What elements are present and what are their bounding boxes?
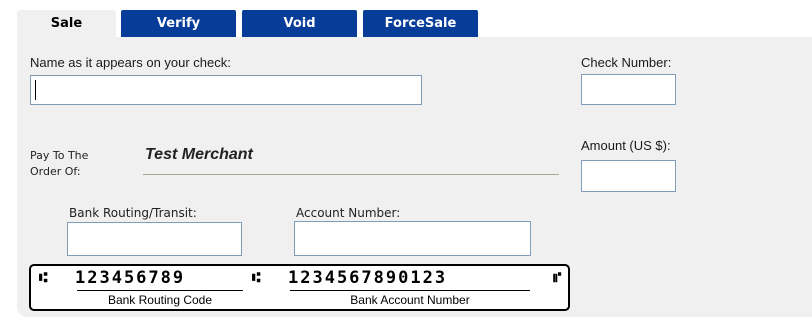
name-label: Name as it appears on your check:	[30, 55, 231, 70]
routing-caption: Bank Routing Code	[107, 293, 213, 307]
routing-digits: 123456789	[75, 268, 186, 288]
account-label: Account Number:	[296, 206, 401, 220]
amount-input[interactable]	[581, 160, 676, 192]
account-underline	[290, 290, 530, 291]
tab-void[interactable]: Void	[242, 10, 357, 37]
routing-label: Bank Routing/Transit:	[69, 206, 197, 220]
micr-line-sample: ⑆ 123456789 ⑆ 1234567890123 ⑈ Bank Routi…	[29, 264, 570, 311]
pay-to-label: Pay To The Order Of:	[30, 149, 89, 178]
tab-sale[interactable]: Sale	[17, 10, 116, 37]
payee-name: Test Merchant	[145, 146, 253, 163]
tab-verify[interactable]: Verify	[121, 10, 236, 37]
check-number-input[interactable]	[581, 74, 676, 105]
tab-forcesale[interactable]: ForceSale	[363, 10, 478, 37]
account-caption: Bank Account Number	[350, 293, 470, 307]
account-digits: 1234567890123	[288, 268, 448, 288]
on-us-symbol-icon: ⑈	[553, 270, 562, 286]
name-input[interactable]	[30, 75, 422, 105]
payee-underline	[143, 174, 559, 175]
account-input[interactable]	[294, 221, 531, 256]
routing-input[interactable]	[67, 222, 242, 256]
amount-label: Amount (US $):	[581, 138, 671, 153]
routing-underline	[77, 290, 243, 291]
check-number-label: Check Number:	[581, 55, 672, 70]
transit-symbol-icon: ⑆	[39, 270, 48, 286]
transit-symbol-icon: ⑆	[252, 270, 261, 286]
